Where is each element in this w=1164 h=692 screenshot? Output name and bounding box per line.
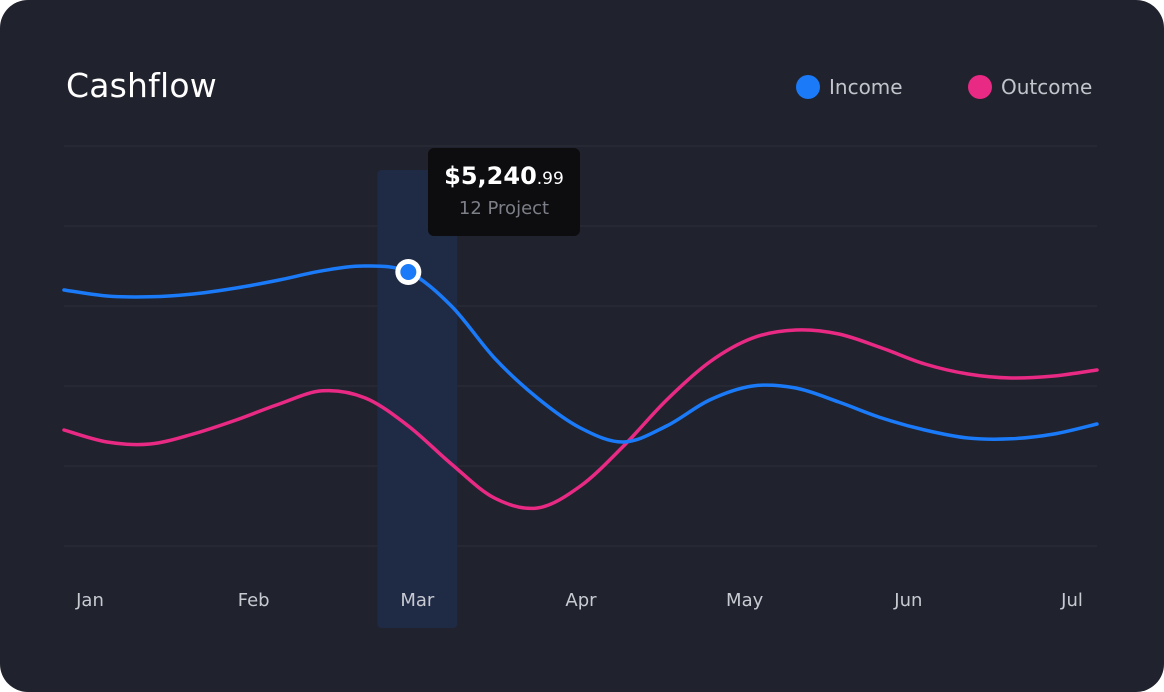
x-tick-label-may: May [726, 590, 764, 611]
tooltip-value-main: $5,240 [444, 162, 537, 190]
series-line-income [62, 264, 1099, 444]
x-tick-label-apr: Apr [565, 590, 597, 611]
tooltip-subtitle: 12 Project [458, 198, 550, 219]
x-tick-label-jul: Jul [1060, 590, 1083, 611]
x-tick-label-mar: Mar [400, 590, 435, 611]
tooltip-value-cents: .99 [536, 169, 564, 189]
series-line-outcome [62, 328, 1099, 511]
highlight-band [377, 170, 458, 628]
x-tick-label-jun: Jun [893, 590, 922, 611]
cashflow-chart: Jan Feb Mar Apr May Jun Jul [62, 145, 1099, 628]
cashflow-card: Cashflow Income Outcome Jan Feb Mar Apr May J… [0, 0, 1164, 692]
x-tick-label-jan: Jan [75, 590, 104, 611]
data-tooltip: $5,240.99 12 Project [428, 148, 580, 236]
tooltip-value: $5,240.99 [428, 162, 580, 190]
x-tick-label-feb: Feb [238, 590, 270, 611]
highlight-point-core [400, 264, 417, 280]
